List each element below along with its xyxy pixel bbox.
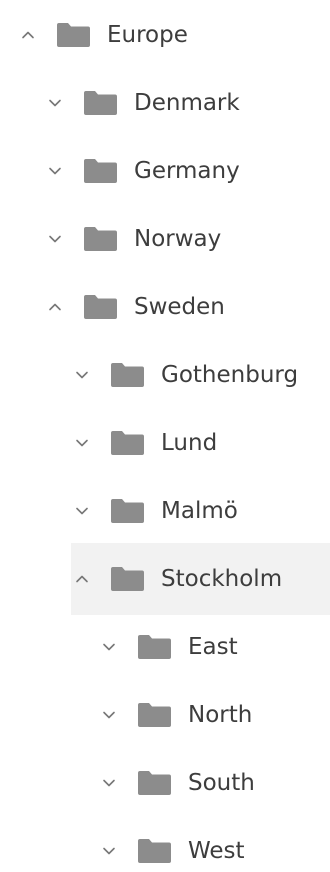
chevron-up-icon[interactable] [45, 297, 65, 317]
folder-icon [84, 227, 117, 251]
tree-node-label: Gothenburg [161, 362, 299, 388]
folder-icon [111, 567, 144, 591]
tree-node-label: Stockholm [161, 566, 283, 592]
chevron-down-icon[interactable] [45, 229, 65, 249]
chevron-down-icon[interactable] [45, 161, 65, 181]
folder-icon [138, 635, 171, 659]
tree-node-label: South [188, 770, 255, 796]
chevron-down-icon[interactable] [99, 773, 119, 793]
chevron-down-icon[interactable] [99, 705, 119, 725]
tree-node[interactable]: Stockholm [0, 543, 330, 615]
folder-icon [111, 499, 144, 523]
chevron-down-icon[interactable] [99, 841, 119, 861]
tree-node[interactable]: West [0, 816, 330, 872]
chevron-down-icon[interactable] [72, 365, 92, 385]
tree-node-label: Malmö [161, 498, 238, 524]
tree-node[interactable]: Lund [0, 408, 330, 478]
tree-node[interactable]: Norway [0, 204, 330, 274]
tree-node-label: Germany [134, 158, 240, 184]
folder-icon [84, 91, 117, 115]
tree-node-label: Sweden [134, 294, 225, 320]
folder-icon [84, 295, 117, 319]
chevron-down-icon[interactable] [99, 637, 119, 657]
folder-icon [138, 839, 171, 863]
chevron-up-icon[interactable] [72, 569, 92, 589]
tree-node[interactable]: North [0, 680, 330, 750]
tree-node-label: Lund [161, 430, 218, 456]
folder-icon [84, 159, 117, 183]
tree-node[interactable]: South [0, 748, 330, 818]
tree-node-label: East [188, 634, 238, 660]
tree-node[interactable]: Europe [0, 0, 330, 70]
folder-icon [111, 363, 144, 387]
tree-node[interactable]: East [0, 612, 330, 682]
chevron-down-icon[interactable] [72, 501, 92, 521]
folder-icon [57, 23, 90, 47]
chevron-down-icon[interactable] [45, 93, 65, 113]
tree-node[interactable]: Malmö [0, 476, 330, 546]
tree-node-label: Denmark [134, 90, 240, 116]
tree-node[interactable]: Sweden [0, 272, 330, 342]
tree-view: Europe Denmark Germany Norway Sweden Gothenbu… [0, 0, 330, 872]
tree-node-label: Norway [134, 226, 222, 252]
tree-node-label: West [188, 838, 245, 864]
folder-icon [111, 431, 144, 455]
tree-node[interactable]: Germany [0, 136, 330, 206]
tree-node[interactable]: Gothenburg [0, 340, 330, 410]
folder-icon [138, 703, 171, 727]
tree-node[interactable]: Denmark [0, 68, 330, 138]
tree-node-label: Europe [107, 22, 188, 48]
chevron-up-icon[interactable] [18, 25, 38, 45]
chevron-down-icon[interactable] [72, 433, 92, 453]
folder-icon [138, 771, 171, 795]
tree-node-label: North [188, 702, 253, 728]
